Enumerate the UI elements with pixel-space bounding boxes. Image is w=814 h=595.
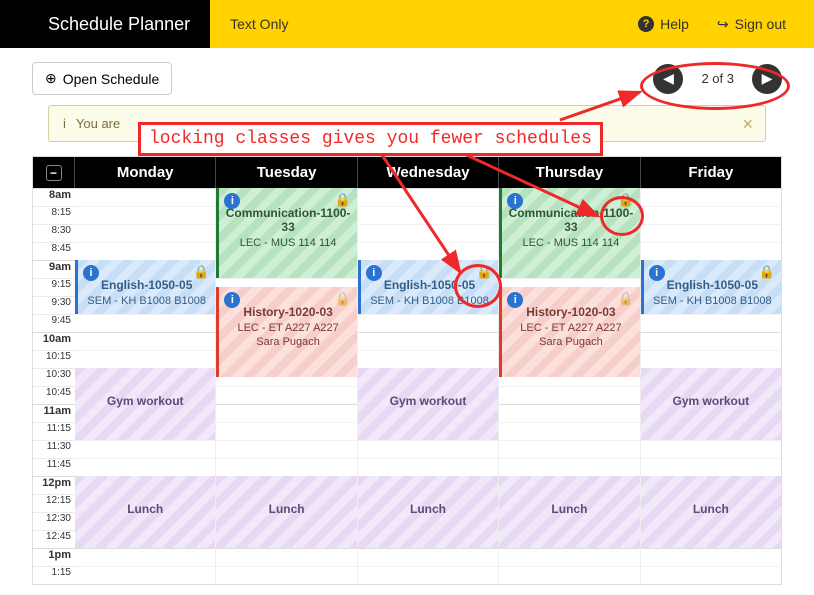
event-communication[interactable]: i 🔒 Communication-1100-33 LEC - MUS 114 … bbox=[216, 188, 356, 278]
schedule-pager: ◀ 2 of 3 ▶ bbox=[653, 64, 782, 94]
event-history[interactable]: i 🔒 History-1020-03 LEC - ET A227 A227 S… bbox=[499, 287, 639, 377]
time-slot: 8:15 bbox=[33, 206, 75, 224]
signout-icon: ↪ bbox=[717, 16, 729, 33]
time-slot: 12:30 bbox=[33, 512, 75, 530]
calendar-grid: − Monday Tuesday Wednesday Thursday Frid… bbox=[32, 156, 782, 585]
collapse-all-button[interactable]: − bbox=[33, 157, 75, 188]
lock-icon[interactable]: 🔒 bbox=[335, 192, 351, 208]
day-column-tuesday: i 🔒 Communication-1100-33 LEC - MUS 114 … bbox=[216, 188, 357, 584]
event-lunch[interactable]: Lunch bbox=[216, 476, 356, 548]
time-slot: 11:45 bbox=[33, 458, 75, 476]
time-slot: 12:45 bbox=[33, 530, 75, 548]
plus-icon: ⊕ bbox=[45, 70, 57, 87]
alert-close-button[interactable]: × bbox=[742, 114, 753, 135]
lock-icon[interactable]: 🔒 bbox=[193, 264, 209, 280]
next-schedule-button[interactable]: ▶ bbox=[752, 64, 782, 94]
help-link[interactable]: ?Help bbox=[638, 16, 689, 33]
time-slot: 10:30 bbox=[33, 368, 75, 386]
day-header: Friday bbox=[641, 157, 781, 188]
time-slot: 1:15 bbox=[33, 566, 75, 584]
event-english[interactable]: i 🔒 English-1050-05 SEM - KH B1008 B1008 bbox=[75, 260, 215, 314]
time-slot: 11:30 bbox=[33, 440, 75, 458]
event-english[interactable]: i 🔒 English-1050-05 SEM - KH B1008 B1008 bbox=[641, 260, 781, 314]
event-gym[interactable]: Gym workout bbox=[358, 368, 498, 440]
toolbar: ⊕ Open Schedule ◀ 2 of 3 ▶ bbox=[0, 48, 814, 105]
info-icon[interactable]: i bbox=[649, 265, 665, 281]
day-header: Thursday bbox=[499, 157, 640, 188]
time-slot: 11:15 bbox=[33, 422, 75, 440]
time-slot: 9am bbox=[33, 260, 75, 278]
brand-title: Schedule Planner bbox=[0, 0, 210, 48]
pager-label: 2 of 3 bbox=[701, 71, 734, 86]
info-icon: i bbox=[63, 116, 66, 131]
time-slot: 9:15 bbox=[33, 278, 75, 296]
time-slot: 11am bbox=[33, 404, 75, 422]
day-column-monday: i 🔒 English-1050-05 SEM - KH B1008 B1008… bbox=[75, 188, 216, 584]
text-only-link[interactable]: Text Only bbox=[230, 16, 288, 32]
lock-icon[interactable]: 🔒 bbox=[335, 291, 351, 307]
open-schedule-button[interactable]: ⊕ Open Schedule bbox=[32, 62, 172, 95]
time-slot: 9:30 bbox=[33, 296, 75, 314]
lock-icon[interactable]: 🔒 bbox=[759, 264, 775, 280]
prev-schedule-button[interactable]: ◀ bbox=[653, 64, 683, 94]
event-history[interactable]: i 🔒 History-1020-03 LEC - ET A227 A227 S… bbox=[216, 287, 356, 377]
lock-icon[interactable]: 🔒 bbox=[617, 192, 633, 208]
day-column-friday: i 🔒 English-1050-05 SEM - KH B1008 B1008… bbox=[641, 188, 781, 584]
signout-link[interactable]: ↪Sign out bbox=[717, 16, 786, 33]
top-bar: Schedule Planner Text Only ?Help ↪Sign o… bbox=[0, 0, 814, 48]
time-slot: 12:15 bbox=[33, 494, 75, 512]
time-slot: 8:45 bbox=[33, 242, 75, 260]
day-column-wednesday: i 🔒 English-1050-05 SEM - KH B1008 B1008… bbox=[358, 188, 499, 584]
time-slot: 10:15 bbox=[33, 350, 75, 368]
alert-text: You are bbox=[76, 116, 120, 131]
day-column-thursday: i 🔒 Communication-1100-33 LEC - MUS 114 … bbox=[499, 188, 640, 584]
event-english[interactable]: i 🔒 English-1050-05 SEM - KH B1008 B1008 bbox=[358, 260, 498, 314]
time-slot: 12pm bbox=[33, 476, 75, 494]
day-header: Monday bbox=[75, 157, 216, 188]
time-column: 8am8:158:308:459am9:159:309:4510am10:151… bbox=[33, 188, 75, 584]
event-lunch[interactable]: Lunch bbox=[641, 476, 781, 548]
event-lunch[interactable]: Lunch bbox=[75, 476, 215, 548]
time-slot: 8:30 bbox=[33, 224, 75, 242]
event-communication[interactable]: i 🔒 Communication-1100-33 LEC - MUS 114 … bbox=[499, 188, 639, 278]
time-slot: 1pm bbox=[33, 548, 75, 566]
time-slot: 9:45 bbox=[33, 314, 75, 332]
day-header: Tuesday bbox=[216, 157, 357, 188]
info-icon[interactable]: i bbox=[366, 265, 382, 281]
time-slot: 8am bbox=[33, 188, 75, 206]
time-slot: 10:45 bbox=[33, 386, 75, 404]
info-icon[interactable]: i bbox=[83, 265, 99, 281]
lock-icon[interactable]: 🔒 bbox=[617, 291, 633, 307]
help-icon: ? bbox=[638, 16, 654, 32]
time-slot: 10am bbox=[33, 332, 75, 350]
day-header: Wednesday bbox=[358, 157, 499, 188]
annotation-text-box: locking classes gives you fewer schedule… bbox=[138, 122, 603, 156]
event-lunch[interactable]: Lunch bbox=[358, 476, 498, 548]
lock-icon[interactable]: 🔒 bbox=[476, 264, 492, 280]
event-gym[interactable]: Gym workout bbox=[641, 368, 781, 440]
event-gym[interactable]: Gym workout bbox=[75, 368, 215, 440]
event-lunch[interactable]: Lunch bbox=[499, 476, 639, 548]
